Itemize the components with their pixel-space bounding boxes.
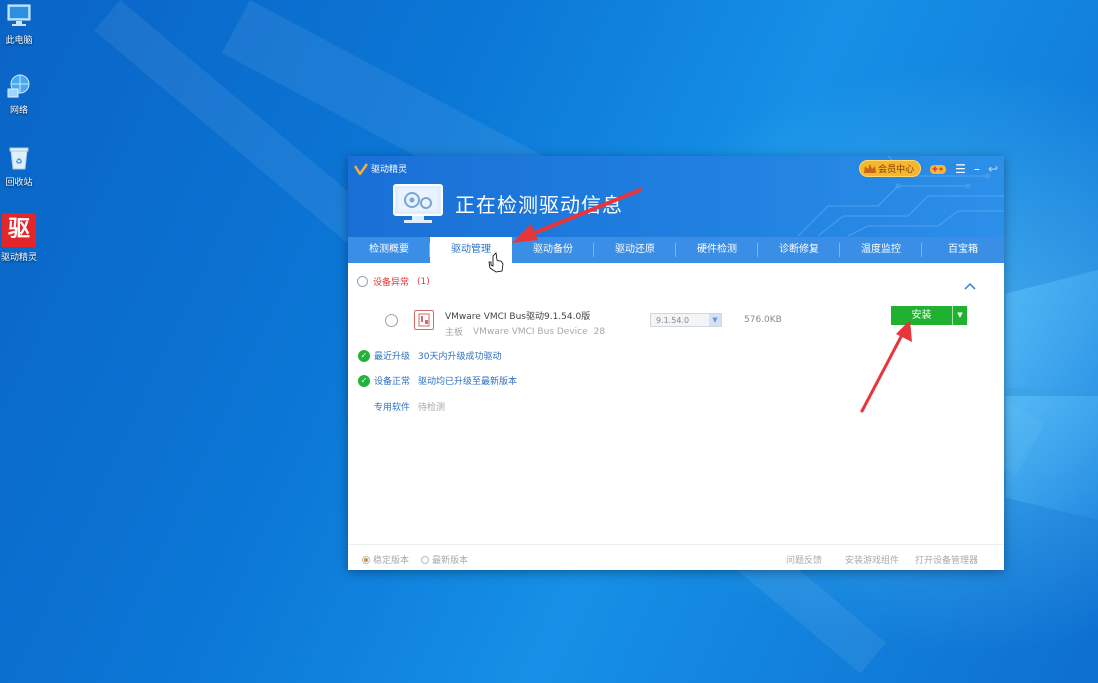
recent-upgrade-row[interactable]: ✓ 最近升级 30天内升级成功驱动 bbox=[358, 349, 501, 362]
tab-driver-restore[interactable]: 驱动还原 bbox=[594, 237, 676, 263]
tab-label: 驱动还原 bbox=[615, 244, 655, 255]
minimize-icon[interactable]: – bbox=[974, 162, 980, 176]
monitor-gear-icon bbox=[393, 184, 443, 223]
brand-logo-icon bbox=[354, 162, 368, 175]
chevron-down-icon: ▼ bbox=[709, 314, 721, 326]
tab-label: 检测概要 bbox=[369, 244, 409, 255]
device-abnormal-header[interactable]: 设备异常 (1) bbox=[357, 275, 430, 288]
tab-toolbox[interactable]: 百宝箱 bbox=[922, 237, 1004, 263]
app-icon-glyph: 驱 bbox=[7, 217, 30, 242]
tab-label: 诊断修复 bbox=[779, 244, 819, 255]
scan-status-title: 正在检测驱动信息 bbox=[455, 193, 623, 217]
latest-version-radio[interactable] bbox=[421, 555, 429, 564]
vip-center-button[interactable]: 会员中心 bbox=[859, 160, 922, 177]
driver-list-panel: 设备异常 (1) VMware VMCI Bus驱动9.1.54.0版 主板 V… bbox=[348, 263, 1004, 540]
computer-icon bbox=[5, 2, 33, 30]
tab-hardware-detect[interactable]: 硬件检测 bbox=[676, 237, 758, 263]
device-abnormal-radio[interactable] bbox=[357, 276, 368, 287]
recent-upgrade-value: 30天内升级成功驱动 bbox=[418, 352, 502, 362]
stable-version-label: 稳定版本 bbox=[373, 556, 410, 566]
tab-bar: 检测概要 驱动管理 驱动备份 驱动还原 硬件检测 诊断修复 温度监控 百宝箱 bbox=[348, 237, 1004, 263]
desktop-icon-label: 此电脑 bbox=[5, 36, 33, 46]
driver-version-value: 9.1.54.0 bbox=[656, 316, 690, 325]
tab-label: 硬件检测 bbox=[697, 244, 737, 255]
recycle-bin-icon: ♻ bbox=[5, 144, 33, 172]
stable-version-radio[interactable] bbox=[362, 555, 370, 564]
driver-select-radio[interactable] bbox=[385, 314, 398, 327]
special-software-label: 专用软件 bbox=[374, 403, 411, 413]
special-software-row[interactable]: 专用软件 待检测 bbox=[374, 400, 445, 413]
driver-device-suffix: 28 bbox=[593, 326, 606, 337]
tab-driver-backup[interactable]: 驱动备份 bbox=[512, 237, 594, 263]
install-dropdown-icon[interactable]: ▼ bbox=[952, 306, 967, 325]
device-abnormal-count: (1) bbox=[417, 276, 430, 287]
install-game-components-link[interactable]: 安装游戏组件 bbox=[845, 553, 899, 566]
driver-version-select[interactable]: 9.1.54.0 ▼ bbox=[650, 313, 722, 327]
window-controls: 会员中心 ☰ – ↩ bbox=[859, 160, 998, 177]
driver-name: VMware VMCI Bus驱动9.1.54.0版 bbox=[445, 312, 591, 322]
check-icon: ✓ bbox=[358, 349, 370, 362]
desktop-icon-label: 网络 bbox=[9, 106, 28, 116]
open-device-manager-link[interactable]: 打开设备管理器 bbox=[915, 553, 978, 566]
driver-category: 主板 bbox=[445, 328, 464, 338]
device-normal-row[interactable]: ✓ 设备正常 驱动均已升级至最新版本 bbox=[358, 374, 517, 387]
driver-device: VMware VMCI Bus Device bbox=[473, 326, 588, 337]
driver-chip-icon bbox=[414, 310, 434, 330]
svg-text:♻: ♻ bbox=[15, 157, 22, 166]
desktop-icon-recycle-bin[interactable]: ♻ 回收站 bbox=[0, 144, 38, 188]
window-footer: 稳定版本 最新版本 问题反馈 安装游戏组件 打开设备管理器 bbox=[348, 544, 1004, 570]
check-icon: ✓ bbox=[358, 374, 370, 387]
latest-version-option[interactable]: 最新版本 bbox=[421, 553, 468, 566]
brand-name: 驱动精灵 bbox=[371, 165, 408, 175]
stable-version-option[interactable]: 稳定版本 bbox=[362, 553, 409, 566]
vip-crown-icon bbox=[864, 163, 877, 173]
desktop-icon-label: 回收站 bbox=[5, 178, 33, 188]
device-normal-value: 驱动均已升级至最新版本 bbox=[418, 377, 518, 387]
recent-upgrade-label: 最近升级 bbox=[374, 352, 411, 362]
window-header: 驱动精灵 正在检测驱动信息 会员中心 ☰ – ↩ bbox=[348, 156, 1004, 237]
tab-label: 驱动管理 bbox=[451, 244, 491, 255]
tab-label: 温度监控 bbox=[861, 244, 901, 255]
brand: 驱动精灵 bbox=[354, 162, 407, 175]
install-button-label: 安装 bbox=[911, 310, 932, 321]
driver-genius-window: 驱动精灵 正在检测驱动信息 会员中心 ☰ – ↩ 检测概要 驱动管理 驱动备份 … bbox=[348, 156, 1004, 570]
vip-label: 会员中心 bbox=[878, 165, 915, 175]
feedback-link[interactable]: 问题反馈 bbox=[786, 553, 822, 566]
driver-device-info: 主板 VMware VMCI Bus Device 28 bbox=[445, 325, 606, 339]
tab-label: 百宝箱 bbox=[948, 244, 978, 255]
latest-version-label: 最新版本 bbox=[432, 556, 469, 566]
gamepad-icon[interactable] bbox=[929, 163, 947, 175]
collapse-chevron-up-icon[interactable] bbox=[963, 281, 977, 291]
tab-driver-management[interactable]: 驱动管理 bbox=[430, 237, 512, 263]
menu-icon[interactable]: ☰ bbox=[955, 162, 966, 176]
desktop-icon-driver-genius[interactable]: 驱 驱动精灵 bbox=[0, 213, 38, 263]
device-normal-label: 设备正常 bbox=[374, 377, 411, 387]
device-abnormal-label: 设备异常 bbox=[373, 278, 410, 288]
tab-temperature-monitor[interactable]: 温度监控 bbox=[840, 237, 922, 263]
tab-label: 驱动备份 bbox=[533, 244, 573, 255]
install-button[interactable]: 安装 ▼ bbox=[891, 306, 967, 325]
desktop-icon-this-pc[interactable]: 此电脑 bbox=[0, 2, 38, 46]
back-icon[interactable]: ↩ bbox=[988, 162, 998, 176]
tab-diagnose-repair[interactable]: 诊断修复 bbox=[758, 237, 840, 263]
special-software-value: 待检测 bbox=[418, 403, 446, 413]
driver-size: 576.0KB bbox=[744, 315, 782, 325]
network-globe-icon bbox=[5, 72, 33, 100]
desktop-icon-network[interactable]: 网络 bbox=[0, 72, 38, 116]
driver-genius-app-icon: 驱 bbox=[2, 213, 36, 247]
tab-overview[interactable]: 检测概要 bbox=[348, 237, 430, 263]
desktop-icon-label: 驱动精灵 bbox=[0, 253, 37, 263]
